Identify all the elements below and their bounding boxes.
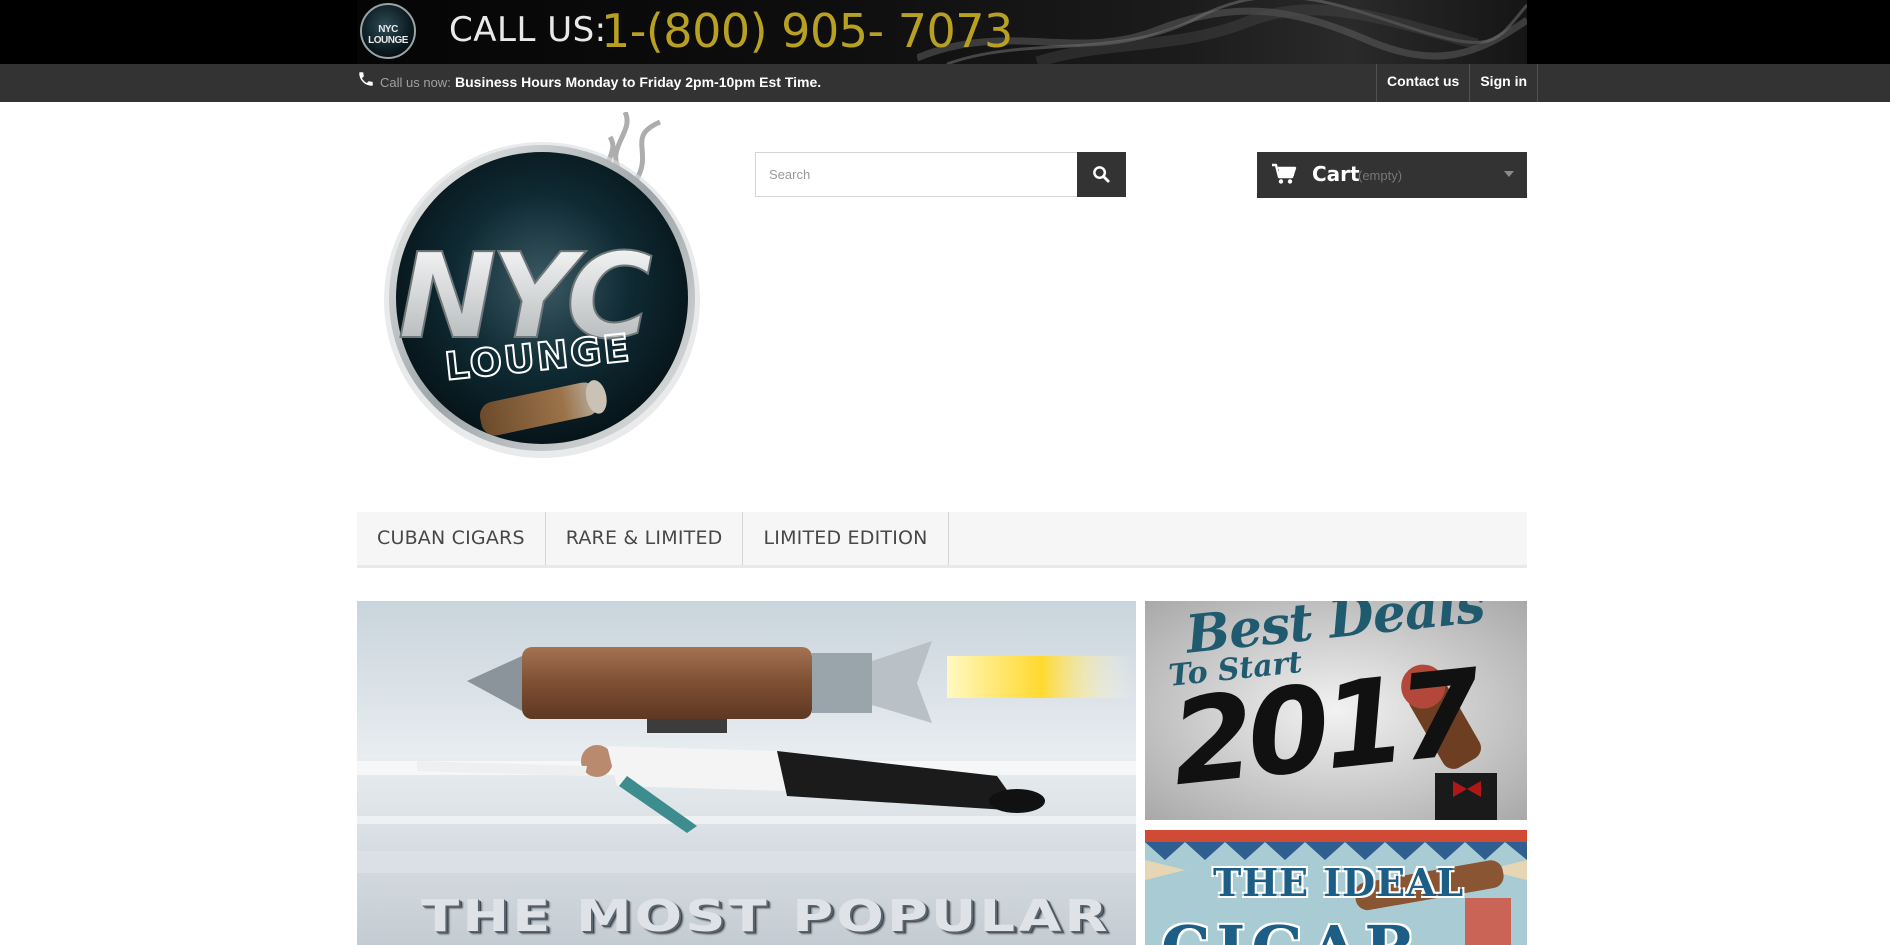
cart-button[interactable]: Cart (empty) [1257,152,1527,198]
search-input[interactable] [756,153,1076,196]
search-icon [1093,166,1110,183]
phone-icon [359,72,373,86]
main-menu: CUBAN CIGARS RARE & LIMITED LIMITED EDIT… [357,512,1527,568]
call-us-label: CALL US: [449,10,607,50]
header-nav-bar [0,64,1890,102]
call-us-banner: NYC LOUNGE CALL US: 1-(800) 905- 7073 [357,0,1527,64]
ideal-subtitle: CIGAR [1161,912,1422,945]
menu-item-limited-edition[interactable]: LIMITED EDITION [743,512,949,565]
call-now-label: Call us now: [380,75,451,90]
business-hours-text: Business Hours Monday to Friday 2pm-10pm… [455,74,822,90]
chevron-down-icon [1504,171,1514,177]
best-deals-banner[interactable]: Best Deals To Start 2017 [1145,601,1527,820]
menu-item-cuban-cigars[interactable]: CUBAN CIGARS [357,512,546,565]
cart-label: Cart [1312,162,1360,186]
search-button[interactable] [1077,152,1126,197]
ideal-cigar-banner[interactable]: THE IDEAL CIGAR [1145,830,1527,945]
shopping-cart-icon [1272,163,1297,184]
hero-banner[interactable]: THE MOST POPULAR [357,601,1136,945]
contact-us-link[interactable]: Contact us [1377,64,1471,102]
ideal-title: THE IDEAL [1213,860,1465,905]
hero-title: THE MOST POPULAR [421,891,1111,942]
nyc-lounge-logo[interactable]: NYC LOUNGE [370,112,730,472]
top-banner: NYC LOUNGE CALL US: 1-(800) 905- 7073 [0,0,1890,64]
menu-item-rare-limited[interactable]: RARE & LIMITED [546,512,744,565]
cart-status: (empty) [1358,168,1403,183]
banner-logo-text: NYC LOUNGE [368,24,408,46]
search-box [755,152,1078,197]
banner-logo[interactable]: NYC LOUNGE [360,3,416,59]
phone-number[interactable]: 1-(800) 905- 7073 [601,4,1013,58]
sign-in-link[interactable]: Sign in [1470,64,1539,102]
header-links: Contact us Sign in [1376,64,1539,102]
